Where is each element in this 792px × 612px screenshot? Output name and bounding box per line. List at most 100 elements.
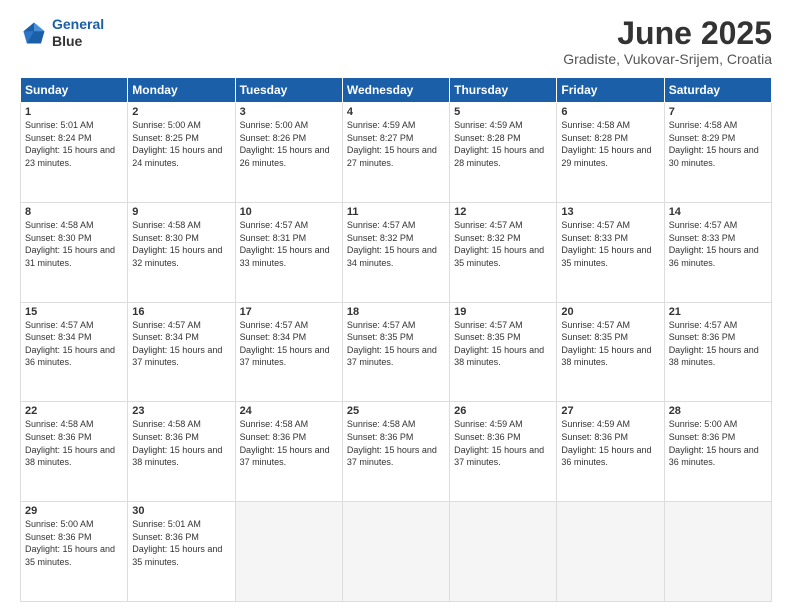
calendar-cell: 1 Sunrise: 5:01 AM Sunset: 8:24 PM Dayli… <box>21 103 128 203</box>
logo-line2: Blue <box>52 33 104 50</box>
calendar-cell: 20 Sunrise: 4:57 AM Sunset: 8:35 PM Dayl… <box>557 302 664 402</box>
calendar-cell: 2 Sunrise: 5:00 AM Sunset: 8:25 PM Dayli… <box>128 103 235 203</box>
col-wednesday: Wednesday <box>342 78 449 103</box>
day-detail: Sunrise: 4:58 AM Sunset: 8:30 PM Dayligh… <box>25 219 123 269</box>
calendar-header: Sunday Monday Tuesday Wednesday Thursday… <box>21 78 772 103</box>
day-number: 23 <box>132 405 230 417</box>
day-number: 18 <box>347 306 445 318</box>
day-number: 9 <box>132 206 230 218</box>
day-number: 7 <box>669 106 767 118</box>
day-number: 4 <box>347 106 445 118</box>
day-number: 20 <box>561 306 659 318</box>
calendar-week-row: 8 Sunrise: 4:58 AM Sunset: 8:30 PM Dayli… <box>21 202 772 302</box>
day-detail: Sunrise: 4:57 AM Sunset: 8:33 PM Dayligh… <box>561 219 659 269</box>
day-detail: Sunrise: 4:58 AM Sunset: 8:28 PM Dayligh… <box>561 119 659 169</box>
calendar-title: June 2025 <box>563 16 772 51</box>
calendar-cell <box>235 502 342 602</box>
col-friday: Friday <box>557 78 664 103</box>
calendar-subtitle: Gradiste, Vukovar-Srijem, Croatia <box>563 51 772 67</box>
calendar-body: 1 Sunrise: 5:01 AM Sunset: 8:24 PM Dayli… <box>21 103 772 602</box>
calendar-cell: 4 Sunrise: 4:59 AM Sunset: 8:27 PM Dayli… <box>342 103 449 203</box>
day-number: 8 <box>25 206 123 218</box>
calendar-cell: 5 Sunrise: 4:59 AM Sunset: 8:28 PM Dayli… <box>450 103 557 203</box>
logo: General Blue <box>20 16 104 50</box>
calendar-cell: 30 Sunrise: 5:01 AM Sunset: 8:36 PM Dayl… <box>128 502 235 602</box>
calendar-cell: 19 Sunrise: 4:57 AM Sunset: 8:35 PM Dayl… <box>450 302 557 402</box>
day-number: 1 <box>25 106 123 118</box>
calendar-cell: 10 Sunrise: 4:57 AM Sunset: 8:31 PM Dayl… <box>235 202 342 302</box>
day-detail: Sunrise: 5:01 AM Sunset: 8:36 PM Dayligh… <box>132 518 230 568</box>
day-detail: Sunrise: 4:57 AM Sunset: 8:34 PM Dayligh… <box>25 319 123 369</box>
day-number: 27 <box>561 405 659 417</box>
logo-text: General Blue <box>52 16 104 50</box>
day-number: 2 <box>132 106 230 118</box>
day-number: 29 <box>25 505 123 517</box>
header-row: Sunday Monday Tuesday Wednesday Thursday… <box>21 78 772 103</box>
header: General Blue June 2025 Gradiste, Vukovar… <box>20 16 772 67</box>
calendar-cell: 6 Sunrise: 4:58 AM Sunset: 8:28 PM Dayli… <box>557 103 664 203</box>
calendar-cell: 3 Sunrise: 5:00 AM Sunset: 8:26 PM Dayli… <box>235 103 342 203</box>
calendar-week-row: 1 Sunrise: 5:01 AM Sunset: 8:24 PM Dayli… <box>21 103 772 203</box>
calendar-cell: 24 Sunrise: 4:58 AM Sunset: 8:36 PM Dayl… <box>235 402 342 502</box>
day-detail: Sunrise: 4:58 AM Sunset: 8:36 PM Dayligh… <box>347 418 445 468</box>
calendar-cell: 16 Sunrise: 4:57 AM Sunset: 8:34 PM Dayl… <box>128 302 235 402</box>
calendar-cell: 14 Sunrise: 4:57 AM Sunset: 8:33 PM Dayl… <box>664 202 771 302</box>
calendar-cell: 11 Sunrise: 4:57 AM Sunset: 8:32 PM Dayl… <box>342 202 449 302</box>
calendar-cell: 18 Sunrise: 4:57 AM Sunset: 8:35 PM Dayl… <box>342 302 449 402</box>
day-detail: Sunrise: 4:58 AM Sunset: 8:36 PM Dayligh… <box>25 418 123 468</box>
day-detail: Sunrise: 4:57 AM Sunset: 8:32 PM Dayligh… <box>454 219 552 269</box>
calendar-cell: 15 Sunrise: 4:57 AM Sunset: 8:34 PM Dayl… <box>21 302 128 402</box>
day-detail: Sunrise: 4:57 AM Sunset: 8:34 PM Dayligh… <box>132 319 230 369</box>
title-block: June 2025 Gradiste, Vukovar-Srijem, Croa… <box>563 16 772 67</box>
day-detail: Sunrise: 4:57 AM Sunset: 8:35 PM Dayligh… <box>561 319 659 369</box>
day-number: 11 <box>347 206 445 218</box>
calendar-cell: 8 Sunrise: 4:58 AM Sunset: 8:30 PM Dayli… <box>21 202 128 302</box>
day-detail: Sunrise: 5:00 AM Sunset: 8:36 PM Dayligh… <box>25 518 123 568</box>
logo-icon <box>20 19 48 47</box>
day-number: 25 <box>347 405 445 417</box>
calendar-cell: 22 Sunrise: 4:58 AM Sunset: 8:36 PM Dayl… <box>21 402 128 502</box>
day-detail: Sunrise: 4:59 AM Sunset: 8:27 PM Dayligh… <box>347 119 445 169</box>
day-detail: Sunrise: 4:57 AM Sunset: 8:35 PM Dayligh… <box>454 319 552 369</box>
col-saturday: Saturday <box>664 78 771 103</box>
day-detail: Sunrise: 4:59 AM Sunset: 8:36 PM Dayligh… <box>561 418 659 468</box>
calendar-cell: 28 Sunrise: 5:00 AM Sunset: 8:36 PM Dayl… <box>664 402 771 502</box>
calendar-cell: 25 Sunrise: 4:58 AM Sunset: 8:36 PM Dayl… <box>342 402 449 502</box>
day-number: 14 <box>669 206 767 218</box>
calendar-table: Sunday Monday Tuesday Wednesday Thursday… <box>20 77 772 602</box>
day-detail: Sunrise: 4:57 AM Sunset: 8:31 PM Dayligh… <box>240 219 338 269</box>
day-number: 5 <box>454 106 552 118</box>
day-detail: Sunrise: 4:58 AM Sunset: 8:29 PM Dayligh… <box>669 119 767 169</box>
day-number: 13 <box>561 206 659 218</box>
col-monday: Monday <box>128 78 235 103</box>
day-number: 17 <box>240 306 338 318</box>
logo-line1: General <box>52 16 104 32</box>
calendar-cell: 26 Sunrise: 4:59 AM Sunset: 8:36 PM Dayl… <box>450 402 557 502</box>
calendar-cell: 29 Sunrise: 5:00 AM Sunset: 8:36 PM Dayl… <box>21 502 128 602</box>
day-number: 24 <box>240 405 338 417</box>
day-detail: Sunrise: 4:59 AM Sunset: 8:28 PM Dayligh… <box>454 119 552 169</box>
calendar-cell: 17 Sunrise: 4:57 AM Sunset: 8:34 PM Dayl… <box>235 302 342 402</box>
day-detail: Sunrise: 4:59 AM Sunset: 8:36 PM Dayligh… <box>454 418 552 468</box>
calendar-cell: 27 Sunrise: 4:59 AM Sunset: 8:36 PM Dayl… <box>557 402 664 502</box>
calendar-cell <box>664 502 771 602</box>
day-number: 26 <box>454 405 552 417</box>
day-detail: Sunrise: 4:57 AM Sunset: 8:34 PM Dayligh… <box>240 319 338 369</box>
day-detail: Sunrise: 4:57 AM Sunset: 8:36 PM Dayligh… <box>669 319 767 369</box>
calendar-cell: 7 Sunrise: 4:58 AM Sunset: 8:29 PM Dayli… <box>664 103 771 203</box>
day-detail: Sunrise: 4:58 AM Sunset: 8:36 PM Dayligh… <box>240 418 338 468</box>
day-number: 30 <box>132 505 230 517</box>
calendar-cell: 13 Sunrise: 4:57 AM Sunset: 8:33 PM Dayl… <box>557 202 664 302</box>
day-detail: Sunrise: 5:00 AM Sunset: 8:26 PM Dayligh… <box>240 119 338 169</box>
day-number: 19 <box>454 306 552 318</box>
day-detail: Sunrise: 4:57 AM Sunset: 8:33 PM Dayligh… <box>669 219 767 269</box>
day-number: 15 <box>25 306 123 318</box>
calendar-cell: 12 Sunrise: 4:57 AM Sunset: 8:32 PM Dayl… <box>450 202 557 302</box>
day-detail: Sunrise: 4:57 AM Sunset: 8:32 PM Dayligh… <box>347 219 445 269</box>
day-number: 21 <box>669 306 767 318</box>
calendar-cell: 9 Sunrise: 4:58 AM Sunset: 8:30 PM Dayli… <box>128 202 235 302</box>
day-detail: Sunrise: 4:58 AM Sunset: 8:30 PM Dayligh… <box>132 219 230 269</box>
day-number: 12 <box>454 206 552 218</box>
col-thursday: Thursday <box>450 78 557 103</box>
day-number: 10 <box>240 206 338 218</box>
